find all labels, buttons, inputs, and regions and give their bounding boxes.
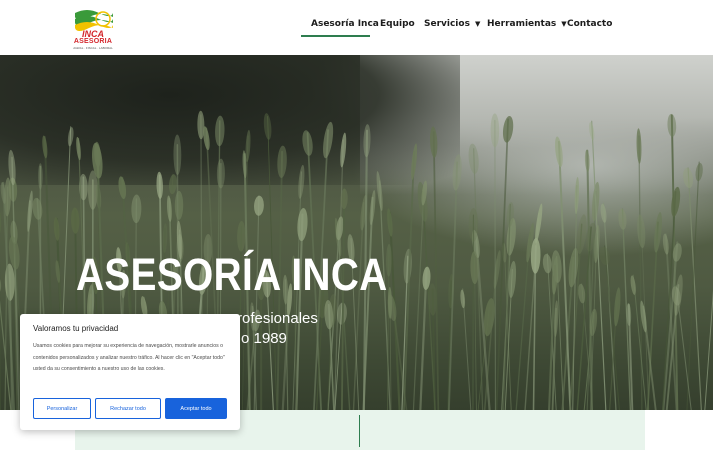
nav-item-herramientas[interactable]: Herramientas ▼ bbox=[487, 19, 567, 29]
asesoria-inca-logo[interactable]: INCA ASESORIA AGRAL · FISCAL · LABORAL bbox=[73, 7, 113, 50]
logo-name: ASESORIA bbox=[73, 38, 113, 45]
hero-subtitle-line-1: rofesionales bbox=[237, 310, 318, 327]
cookie-consent-banner: Valoramos tu privacidad Usamos cookies p… bbox=[20, 314, 240, 430]
nav-label: Herramientas bbox=[487, 19, 557, 29]
nav-label: Contacto bbox=[567, 19, 613, 29]
reject-all-cookies-button[interactable]: Rechazar todo bbox=[95, 398, 161, 419]
nav-item-contacto[interactable]: Contacto bbox=[567, 19, 612, 29]
info-strip-divider bbox=[359, 415, 360, 447]
cookie-banner-title: Valoramos tu privacidad bbox=[33, 324, 119, 333]
logo-tagline: AGRAL · FISCAL · LABORAL bbox=[73, 46, 113, 50]
cookie-banner-text: Usamos cookies para mejorar su experienc… bbox=[33, 343, 225, 373]
nav-item-servicios[interactable]: Servicios ▼ bbox=[424, 19, 480, 29]
nav-label: Servicios bbox=[424, 19, 470, 29]
hero-subtitle-line-2: o 1989 bbox=[241, 330, 287, 347]
nav-label: Equipo bbox=[380, 19, 415, 29]
nav-item-asesoria-inca[interactable]: Asesoría Inca bbox=[311, 19, 379, 29]
chevron-down-icon: ▼ bbox=[561, 20, 567, 28]
site-header: INCA ASESORIA AGRAL · FISCAL · LABORAL A… bbox=[0, 0, 720, 55]
nav-active-indicator bbox=[301, 35, 370, 37]
customize-cookies-button[interactable]: Personalizar bbox=[33, 398, 91, 419]
logo-emblem-icon: INCA bbox=[75, 10, 113, 39]
nav-item-equipo[interactable]: Equipo bbox=[380, 19, 415, 29]
accept-all-cookies-button[interactable]: Aceptar todo bbox=[165, 398, 227, 419]
hero-title: ASESORÍA INCA bbox=[76, 249, 388, 300]
nav-label: Asesoría Inca bbox=[311, 19, 379, 29]
chevron-down-icon: ▼ bbox=[474, 20, 481, 28]
